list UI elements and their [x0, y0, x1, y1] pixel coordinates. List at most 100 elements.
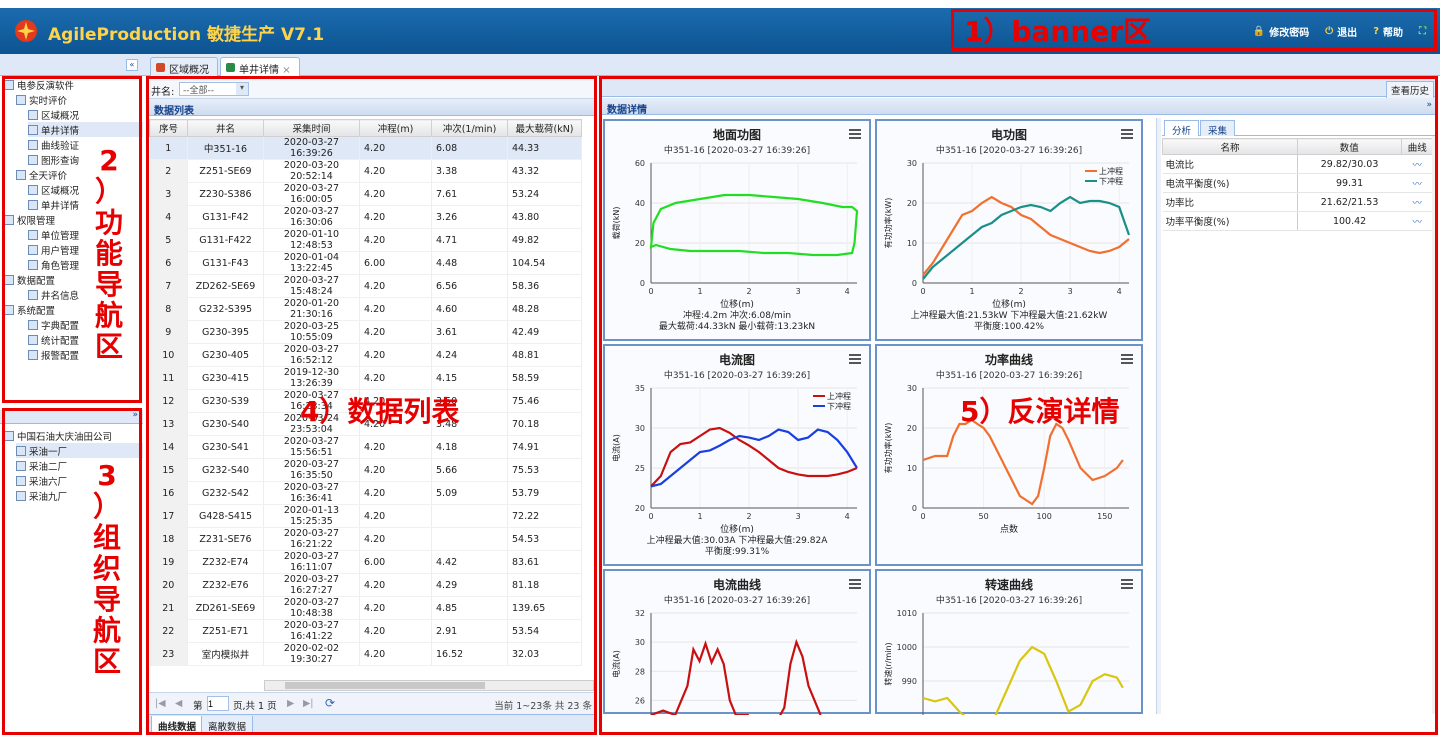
table-row[interactable]: 4 G131-F42 2020-03-27 16:30:06 4.20 3.26 43.8… [149, 205, 582, 229]
nav-item[interactable]: 角色管理 [28, 257, 143, 272]
menu-icon[interactable] [1121, 129, 1133, 139]
table-row[interactable]: 10 G230-405 2020-03-27 16:52:12 4.20 4.24 48.… [149, 343, 582, 367]
nav-item[interactable]: 统计配置 [28, 332, 143, 347]
sparkline-icon[interactable]: 〰 [1401, 154, 1434, 174]
table-row[interactable]: 11 G230-415 2019-12-30 13:26:39 4.20 4.15 58.… [149, 366, 582, 390]
tab-collect[interactable]: 采集 [1200, 120, 1236, 137]
menu-icon[interactable] [849, 129, 861, 139]
first-page-button[interactable]: |◀ [155, 698, 166, 709]
table-row[interactable]: 5 G131-F422 2020-01-10 12:48:53 4.20 4.71 49.… [149, 228, 582, 252]
table-row[interactable]: 1 中351-16 2020-03-27 16:39:26 4.20 6.08 44.33 [149, 136, 582, 160]
table-cell: 3.38 [431, 159, 508, 183]
nav-item[interactable]: 字典配置 [28, 317, 143, 332]
column-header[interactable]: 冲程(m) [359, 119, 432, 137]
column-header[interactable]: 最大载荷(kN) [507, 119, 582, 137]
nav-item[interactable]: 区域概况 [28, 107, 143, 122]
fullscreen-button[interactable]: ⛶ [1419, 24, 1426, 39]
prev-page-button[interactable]: ◀ [175, 698, 182, 709]
change-password-link[interactable]: 🔒 修改密码 [1253, 24, 1309, 39]
tab-discrete-data[interactable]: 离散数据 [201, 716, 254, 734]
org-item[interactable]: 采油二厂 [16, 458, 143, 473]
page-icon [28, 229, 38, 240]
collapse-nav-button[interactable]: « [126, 59, 138, 71]
table-row[interactable]: 9 G230-395 2020-03-25 10:55:09 4.20 3.61 42.4… [149, 320, 582, 344]
folder-icon [4, 79, 14, 90]
column-header[interactable]: 井名 [187, 119, 264, 137]
analysis-row[interactable]: 电流比 29.82/30.03 〰 [1162, 154, 1434, 174]
tab-curve-data[interactable]: 曲线数据 [151, 716, 204, 734]
column-header[interactable]: 序号 [149, 119, 188, 137]
menu-icon[interactable] [849, 579, 861, 589]
annotation-char: 织 [92, 552, 121, 585]
org-item[interactable]: 采油一厂 [16, 443, 143, 458]
analysis-row[interactable]: 功率比 21.62/21.53 〰 [1162, 192, 1434, 212]
panel-splitter[interactable] [1156, 118, 1161, 714]
table-row[interactable]: 22 Z251-E71 2020-03-27 16:41:22 4.20 2.91 53.… [149, 619, 582, 643]
chart-2: 电流图 中351-16 [2020-03-27 16:39:26] 20 25 30 35… [603, 344, 871, 566]
tab-well-detail[interactable]: 单井详情 × [220, 57, 300, 76]
nav-item[interactable]: 井名信息 [28, 287, 143, 302]
table-row[interactable]: 2 Z251-SE69 2020-03-20 20:52:14 4.20 3.38 43.… [149, 159, 582, 183]
tree-label: 单位管理 [41, 230, 80, 242]
nav-item[interactable]: 报警配置 [28, 347, 143, 362]
y-tick-label: 1000 [897, 643, 917, 652]
org-item[interactable]: 采油九厂 [16, 488, 143, 503]
table-row[interactable]: 3 Z230-S386 2020-03-27 16:00:05 4.20 7.61 53.… [149, 182, 582, 206]
column-header[interactable]: 采集时间 [263, 119, 360, 137]
sparkline-icon[interactable]: 〰 [1401, 211, 1434, 231]
table-row[interactable]: 7 ZD262-SE69 2020-03-27 15:48:24 4.20 6.56 58… [149, 274, 582, 298]
help-link[interactable]: ? 帮助 [1373, 24, 1403, 39]
tab-region-overview[interactable]: 区域概况 [150, 57, 218, 76]
logout-link[interactable]: ⏻ 退出 [1325, 24, 1357, 39]
sparkline-icon[interactable]: 〰 [1401, 173, 1434, 193]
page-input[interactable] [207, 696, 229, 711]
analysis-row[interactable]: 电流平衡度(%) 99.31 〰 [1162, 173, 1434, 193]
detail-vscrollbar[interactable] [1432, 136, 1438, 714]
table-cell: 4.60 [431, 297, 508, 321]
nav-item[interactable]: 单位管理 [28, 227, 143, 242]
table-row[interactable]: 6 G131-F43 2020-01-04 13:22:45 6.00 4.48 104.… [149, 251, 582, 275]
next-page-button[interactable]: ▶ [287, 698, 294, 709]
nav-item[interactable]: 单井详情 [28, 197, 143, 212]
menu-icon[interactable] [1121, 579, 1133, 589]
menu-icon[interactable] [849, 354, 861, 364]
table-row[interactable]: 20 Z232-E76 2020-03-27 16:27:27 4.20 4.29 81.… [149, 573, 582, 597]
x-tick-label: 4 [845, 512, 850, 521]
x-tick-label: 0 [920, 287, 925, 296]
table-row[interactable]: 18 Z231-SE76 2020-03-27 16:21:22 4.20 54.53 [149, 527, 582, 551]
table-row[interactable]: 16 G232-S42 2020-03-27 16:36:41 4.20 5.09 53.… [149, 481, 582, 505]
table-cell: 4.20 [359, 228, 432, 252]
expand-icon[interactable]: » [1426, 100, 1432, 110]
close-icon[interactable]: × [282, 65, 290, 76]
well-filter-select[interactable]: ▾ --全部-- [179, 82, 249, 96]
table-row[interactable]: 15 G232-S40 2020-03-27 16:35:50 4.20 5.66 75.… [149, 458, 582, 482]
table-cell: 6.56 [431, 274, 508, 298]
nav-item[interactable]: 电参反演软件 [4, 77, 143, 92]
nav-item[interactable]: 实时评价 [16, 92, 143, 107]
table-row[interactable]: 21 ZD261-SE69 2020-03-27 10:48:38 4.20 4.85 1… [149, 596, 582, 620]
table-cell: 2020-03-27 15:48:24 [263, 274, 360, 298]
table-row[interactable]: 8 G232-S395 2020-01-20 21:30:16 4.20 4.60 48.… [149, 297, 582, 321]
analysis-row[interactable]: 功率平衡度(%) 100.42 〰 [1162, 211, 1434, 231]
menu-icon[interactable] [1121, 354, 1133, 364]
horizontal-scrollbar[interactable] [264, 680, 594, 691]
org-item[interactable]: 采油六厂 [16, 473, 143, 488]
view-history-button[interactable]: 查看历史 [1385, 81, 1434, 99]
table-row[interactable]: 17 G428-S415 2020-01-13 15:25:35 4.20 72.22 [149, 504, 582, 528]
sparkline-icon[interactable]: 〰 [1401, 192, 1434, 212]
table-row[interactable]: 19 Z232-E74 2020-03-27 16:11:07 6.00 4.42 83.… [149, 550, 582, 574]
column-header[interactable]: 冲次(1/min) [431, 119, 508, 137]
table-row[interactable]: 14 G230-S41 2020-03-27 15:56:51 4.20 4.18 74.… [149, 435, 582, 459]
table-row[interactable]: 23 室内模拟井 2020-02-02 19:30:27 4.20 16.52 32.03 [149, 642, 582, 666]
table-cell: 14 [149, 435, 188, 459]
nav-item[interactable]: 用户管理 [28, 242, 143, 257]
org-item[interactable]: 中国石油大庆油田公司 [4, 428, 143, 443]
last-page-button[interactable]: ▶| [303, 698, 314, 709]
nav-item[interactable]: 图形查询 [28, 152, 143, 167]
nav-item[interactable]: 区域概况 [28, 182, 143, 197]
collapse-org-icon[interactable]: » [132, 410, 138, 420]
nav-item[interactable]: 曲线验证 [28, 137, 143, 152]
refresh-icon[interactable]: ⟳ [325, 696, 335, 710]
nav-item[interactable]: 单井详情 [28, 122, 143, 137]
tab-analysis[interactable]: 分析 [1164, 120, 1200, 137]
